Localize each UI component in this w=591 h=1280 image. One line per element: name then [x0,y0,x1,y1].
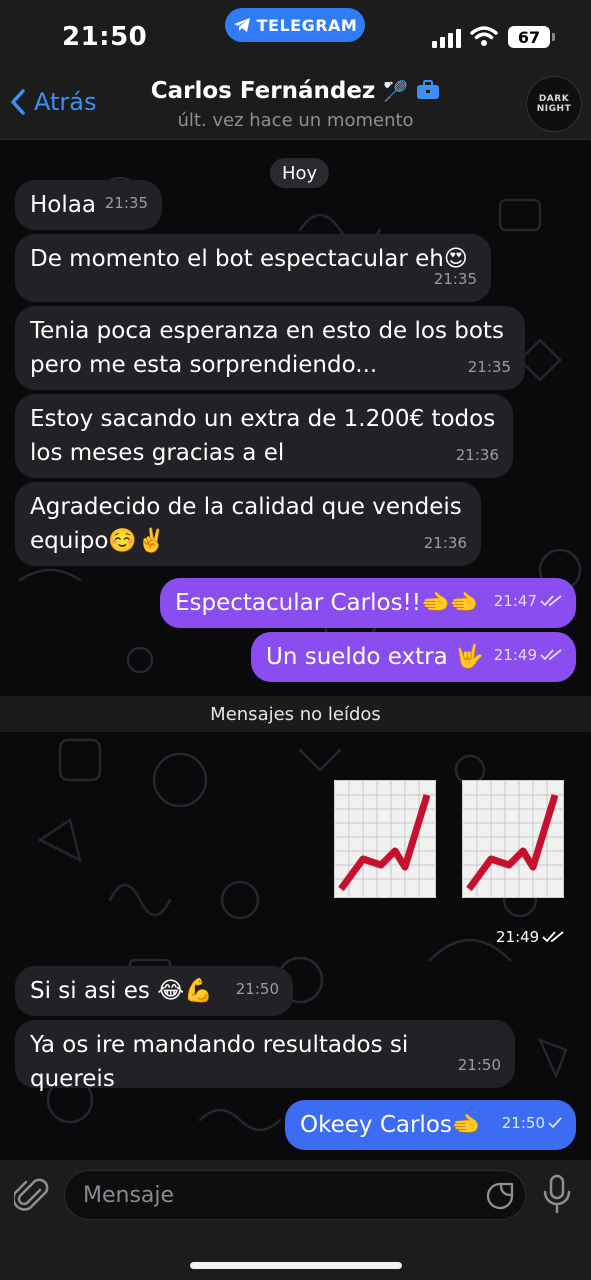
message-text: Un sueldo extra 🤟 [266,644,484,670]
telegram-icon [233,18,250,32]
sticker-meta: 21:49 [496,928,564,946]
badminton-emoji-icon: 🏸 [383,79,409,103]
contact-last-seen: últ. vez hace un momento [177,110,414,131]
battery-level: 67 [517,27,541,47]
composer [0,1160,591,1280]
message-text-line: Estoy sacando un extra de 1.200€ todos [30,406,496,432]
message-time: 21:35 [104,194,148,212]
message-input[interactable] [83,1171,473,1219]
message-incoming[interactable]: Agradecido de la calidad que vendeis equ… [15,482,481,566]
message-outgoing[interactable]: Un sueldo extra 🤟 21:49 [251,632,576,682]
chart-increasing-sticker[interactable] [334,780,436,898]
message-meta: 21:49 [494,638,562,672]
message-incoming[interactable]: De momento el bot espectacular eh😍 21:35 [15,234,491,302]
message-meta: 21:50 [502,1106,562,1140]
telegram-pill[interactable]: TELEGRAM [225,8,365,42]
avatar[interactable]: DARK NIGHT [526,76,582,132]
avatar-text-line-2: NIGHT [536,104,572,114]
message-text-line: Tenia poca esperanza en esto de los bots [30,318,504,344]
contact-name-row[interactable]: Carlos Fernández 🏸 [0,78,591,104]
message-incoming[interactable]: Ya os ire mandando resultados si quereis… [15,1020,515,1092]
message-incoming[interactable]: Si si asi es 😂💪 21:50 [15,966,293,1016]
message-text: Okeey Carlos🫲 [300,1112,481,1138]
avatar-text-line-1: DARK [538,94,570,104]
message-text: Holaa [30,192,96,218]
message-field[interactable] [64,1170,526,1220]
message-meta: 21:47 [494,584,562,618]
message-time: 21:50 [501,1114,545,1132]
chart-increasing-icon [335,781,435,897]
message-text-line: equipo☺️✌️ [30,528,166,554]
message-time: 21:50 [235,980,279,998]
message-time: 21:35 [433,270,477,288]
sticker-icon[interactable] [485,1181,515,1211]
double-check-icon [540,595,562,607]
chart-increasing-icon [463,781,563,897]
message-incoming[interactable]: Holaa 21:35 [15,180,162,230]
status-time: 21:50 [62,22,148,52]
message-text: Si si asi es 😂💪 [30,978,213,1004]
wifi-icon [470,26,498,46]
battery-icon: 67 [508,26,555,48]
message-outgoing[interactable]: Okeey Carlos🫲 21:50 [285,1100,576,1150]
microphone-icon[interactable] [540,1174,574,1214]
message-incoming[interactable]: Tenia poca esperanza en esto de los bots… [15,306,525,390]
paperclip-icon[interactable] [14,1176,50,1216]
message-list[interactable]: Hoy Holaa 21:35 De momento el bot espect… [0,140,591,1160]
message-text: Ya os ire mandando resultados si quereis [30,1032,409,1092]
message-time: 21:36 [423,534,467,552]
message-outgoing[interactable]: Espectacular Carlos!!🫲🫲 21:47 [160,578,576,628]
message-text-line: los meses gracias a el [30,440,285,466]
cellular-signal-icon [432,28,461,48]
chat-header: Atrás Carlos Fernández 🏸 últ. vez hace u… [0,74,591,140]
status-bar: 21:50 TELEGRAM 67 [0,0,591,74]
home-indicator [190,1262,402,1269]
single-check-icon [548,1117,562,1129]
contact-name: Carlos Fernández [150,78,376,104]
briefcase-icon [417,80,440,99]
message-time: 21:49 [493,646,537,664]
message-time: 21:35 [467,358,511,376]
message-time: 21:36 [455,446,499,464]
double-check-icon [542,931,564,943]
message-text-line: Agradecido de la calidad que vendeis [30,494,462,520]
unread-separator: Mensajes no leídos [0,696,591,732]
date-chip: Hoy [270,158,330,188]
message-time: 21:50 [457,1056,501,1074]
message-incoming[interactable]: Estoy sacando un extra de 1.200€ todos l… [15,394,513,478]
chart-increasing-sticker[interactable] [462,780,564,898]
telegram-pill-label: TELEGRAM [256,15,358,35]
message-time: 21:49 [496,928,540,946]
message-text-line: pero me esta sorprendiendo... [30,352,378,378]
message-time: 21:47 [493,592,537,610]
message-text: Espectacular Carlos!!🫲🫲 [175,590,479,616]
message-text: De momento el bot espectacular eh😍 [30,246,468,272]
double-check-icon [540,649,562,661]
